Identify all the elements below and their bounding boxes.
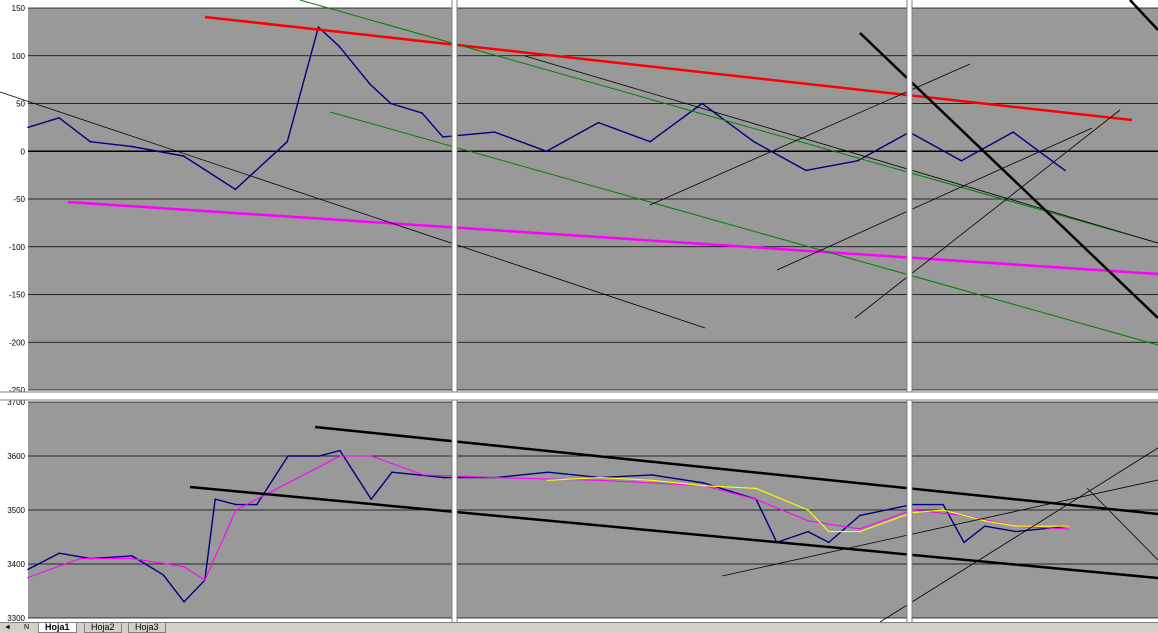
bottom-series-1-point [807, 520, 809, 522]
bottom-series-0-point [443, 476, 445, 479]
bottom-series-2-point [984, 520, 986, 522]
top-y-tick-label: -150 [9, 291, 26, 300]
bottom-series-1-point [495, 476, 497, 479]
bottom-series-2-point [703, 484, 705, 487]
top-chart: 150100500-50-100-150-200-250 [0, 0, 1158, 395]
bottom-y-tick-label: 3600 [7, 452, 25, 461]
bottom-series-0-point [162, 574, 164, 576]
bottom-series-1-point [183, 565, 185, 568]
bottom-series-0-point [339, 449, 341, 452]
top-series-0-point [597, 121, 600, 124]
bottom-series-1-point [204, 579, 206, 581]
bottom-series-2-point [1067, 525, 1069, 527]
top-y-tick-label: 100 [12, 52, 26, 61]
bottom-series-0-point [27, 568, 29, 571]
top-y-axis-ticks: 150100500-50-100-150-200-250 [9, 4, 26, 395]
top-series-0-point [390, 102, 392, 105]
top-series-0-point [545, 150, 548, 153]
bottom-y-tick-label: 3400 [7, 560, 25, 569]
bottom-y-tick-label: 3500 [7, 506, 25, 515]
horizontal-splitter[interactable] [0, 392, 1158, 400]
bottom-series-0-point [318, 455, 321, 457]
bottom-series-1-point [370, 455, 373, 457]
top-series-0-point [1064, 169, 1066, 172]
bottom-series-0-point [651, 474, 653, 476]
top-series-0-point [234, 188, 237, 191]
bottom-series-0-point [1015, 530, 1017, 533]
top-series-0-point [493, 131, 496, 133]
bottom-series-0-point [984, 525, 986, 527]
bottom-series-2-point [599, 476, 601, 479]
bottom-series-2-point [859, 530, 861, 533]
bottom-series-0-point [942, 503, 944, 506]
bottom-series-2-point [755, 487, 757, 490]
bottom-series-0-point [235, 503, 237, 506]
bottom-series-1-point [27, 576, 29, 579]
bottom-series-1-point [859, 528, 861, 530]
top-series-0-point [182, 155, 185, 157]
bottom-series-2-point [828, 530, 830, 533]
bottom-series-1-point [131, 557, 133, 560]
sheet-tab-bar: ◄ N Hoja1 Hoja2 Hoja3 [0, 622, 1158, 633]
top-series-0-point [960, 160, 963, 162]
top-y-tick-label: 50 [16, 100, 25, 109]
bottom-series-0-point [131, 555, 133, 557]
top-series-0-point [338, 45, 340, 47]
top-series-0-point [701, 102, 703, 105]
bottom-series-2-point [942, 509, 944, 511]
bottom-series-2-point [651, 479, 653, 482]
top-series-0-point [89, 140, 92, 143]
bottom-series-0-point [370, 498, 373, 501]
tab-nav-label[interactable]: N [24, 623, 29, 632]
bottom-series-0-point [859, 514, 861, 517]
bottom-series-1-point [79, 557, 81, 560]
bottom-series-1-point [755, 498, 757, 501]
top-series-0-point [317, 26, 320, 28]
top-series-0-point [286, 140, 289, 143]
top-series-0-point [804, 169, 807, 172]
bottom-series-1-point [287, 482, 289, 484]
top-series-0-point [421, 112, 423, 114]
bottom-chart: 37003600350034003300 [7, 398, 1158, 623]
bottom-series-0-point [255, 503, 258, 506]
bottom-series-1-point [235, 509, 237, 511]
top-y-tick-label: -50 [13, 195, 25, 204]
bottom-series-0-point [214, 498, 216, 501]
chart-sheet: 150100500-50-100-150-200-250 37003600350… [0, 0, 1158, 623]
bottom-series-1-point [339, 455, 341, 457]
bottom-series-2-point [1015, 525, 1017, 527]
bottom-series-0-point [287, 455, 289, 457]
bottom-series-0-point [391, 471, 393, 474]
top-y-tick-label: -100 [9, 243, 26, 252]
top-series-0-point [1012, 131, 1014, 133]
bottom-series-0-point [58, 552, 60, 554]
top-series-0-point [369, 83, 372, 86]
bottom-series-0-point [807, 530, 809, 533]
bottom-y-axis-ticks: 37003600350034003300 [7, 398, 25, 623]
vertical-splitter-1[interactable] [452, 0, 457, 622]
top-series-0-point [27, 126, 29, 129]
top-series-0-point [753, 140, 755, 143]
tab-scroll-left-icon[interactable]: ◄ [4, 623, 11, 632]
top-y-tick-label: 0 [21, 147, 26, 156]
top-y-tick-label: -200 [9, 338, 26, 347]
top-series-0-point [856, 160, 859, 162]
bottom-series-0-point [183, 601, 185, 603]
bottom-series-1-point [599, 479, 601, 482]
vertical-splitter-2[interactable] [907, 0, 912, 622]
bottom-series-1-point [422, 474, 425, 476]
bottom-series-2-point [547, 479, 549, 482]
bottom-series-2-point [807, 509, 809, 511]
top-series-0-point [649, 140, 651, 143]
bottom-series-0-point [828, 541, 830, 544]
bottom-series-0-point [963, 541, 965, 544]
bottom-series-1-point [1067, 528, 1069, 530]
bottom-series-0-point [703, 482, 705, 484]
top-series-0-point [442, 136, 444, 138]
top-series-0-point [130, 145, 133, 148]
top-y-tick-label: 150 [12, 4, 26, 13]
bottom-series-0-point [547, 471, 549, 474]
top-series-0-point [58, 117, 60, 119]
